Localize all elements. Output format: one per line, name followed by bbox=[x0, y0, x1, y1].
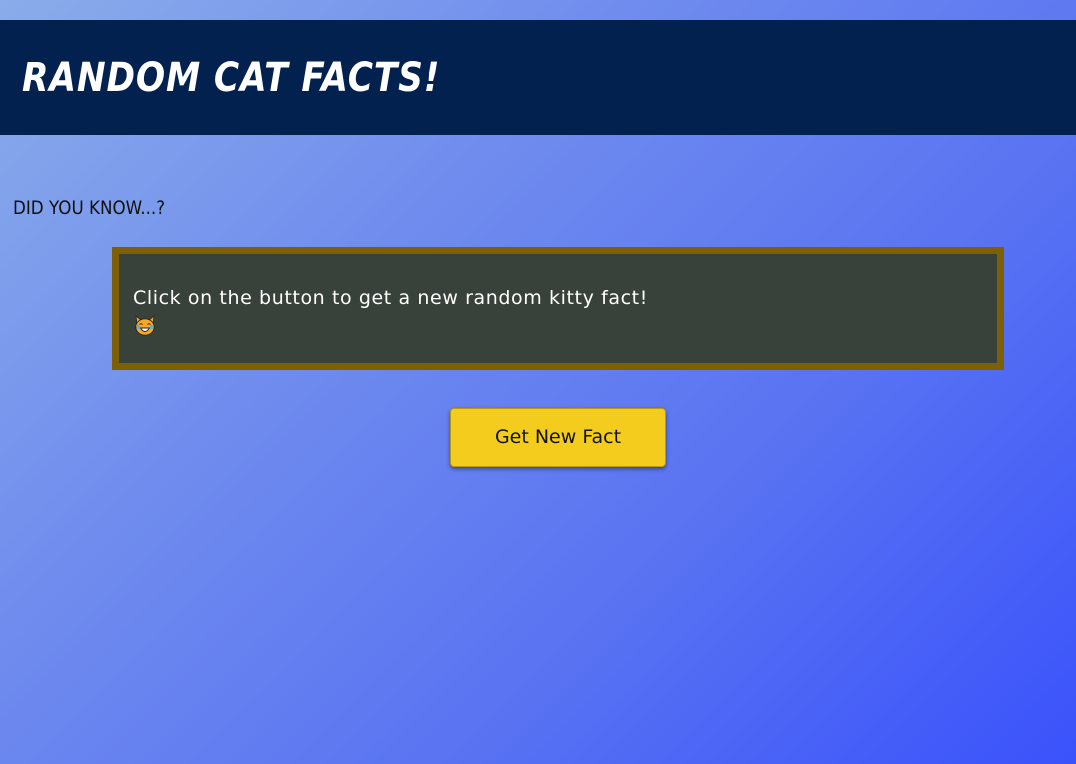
header-bar: RANDOM CAT FACTS! bbox=[0, 20, 1076, 135]
get-new-fact-button[interactable]: Get New Fact bbox=[450, 408, 666, 467]
section-heading: DID YOU KNOW...? bbox=[13, 197, 166, 219]
fact-text: Click on the button to get a new random … bbox=[133, 287, 648, 309]
fact-box: Click on the button to get a new random … bbox=[112, 247, 1004, 370]
page-title: RANDOM CAT FACTS! bbox=[22, 55, 441, 101]
cat-tears-of-joy-icon bbox=[135, 315, 155, 336]
